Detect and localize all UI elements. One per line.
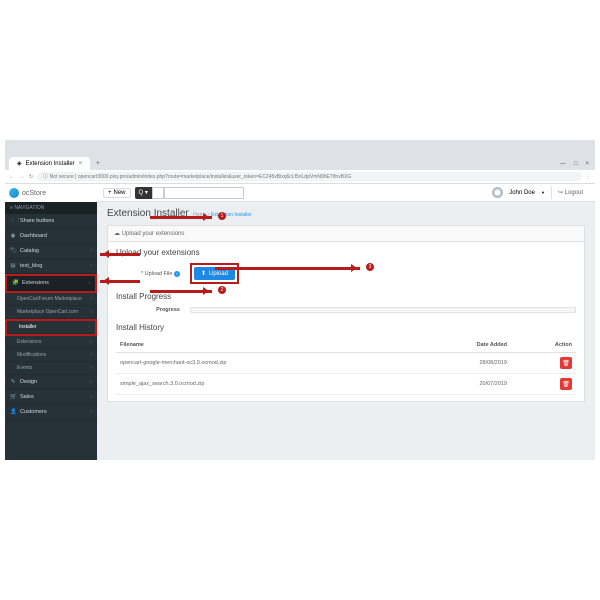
table-row: opencart-google-merchant-oc3.0.ocmod.zip… [116, 353, 576, 374]
table-row: simple_ajax_search.3.0.ocmod.zip 20/07/2… [116, 374, 576, 395]
trash-icon: 🗑 [562, 360, 570, 367]
blog-icon: ▤ [10, 263, 16, 269]
window-minimize-icon[interactable]: — [560, 161, 566, 167]
sidebar-item-sales[interactable]: 🛒Sales› [5, 390, 97, 405]
logout-button[interactable]: ↪ Logout [551, 186, 589, 199]
th-filename[interactable]: Filename [116, 338, 412, 353]
dashboard-icon: ◉ [10, 233, 16, 239]
chevron-right-icon: › [90, 379, 92, 385]
username[interactable]: John Doe [509, 190, 535, 196]
nav-forward-icon[interactable]: → [19, 174, 24, 180]
upload-file-label: * Upload File i [116, 271, 180, 277]
logo[interactable]: ocStore [5, 184, 97, 202]
search-filter[interactable] [152, 187, 164, 199]
design-icon: ✎ [10, 379, 16, 385]
chevron-right-icon: › [90, 263, 92, 269]
annotation-arrow-1b: 1 [150, 216, 212, 219]
cart-icon: 🛒 [10, 394, 16, 400]
history-section-title: Install History [116, 323, 576, 332]
chevron-right-icon: › [90, 248, 92, 254]
annotation-arrow-3: 3 [215, 267, 360, 270]
th-date[interactable]: Date Added [412, 338, 511, 353]
browser-menu-icon[interactable]: ⋮ [586, 174, 591, 180]
tag-icon: 🏷 [10, 248, 16, 254]
delete-button[interactable]: 🗑 [560, 357, 572, 369]
annotation-badge: 1 [218, 212, 226, 220]
caret-down-icon: ▾ [143, 190, 148, 196]
chevron-right-icon: › [90, 409, 92, 415]
user-icon: 👤 [10, 409, 16, 415]
nav-back-icon[interactable]: ← [9, 174, 14, 180]
new-tab-button[interactable]: + [90, 158, 106, 170]
sidebar-item-extensions[interactable]: 🧩Extensions› [7, 276, 95, 291]
annotation-badge: 3 [366, 263, 374, 271]
puzzle-icon: 🧩 [12, 280, 18, 286]
sidebar-item-design[interactable]: ✎Design› [5, 375, 97, 390]
sidebar: ocStore ≡ NAVIGATION ⋮⋮Share buttons ◉Da… [5, 184, 97, 460]
sidebar-item-text-blog[interactable]: ▤text_blog› [5, 259, 97, 274]
nav-header: ≡ NAVIGATION [5, 202, 97, 214]
progress-label: Progress [116, 307, 180, 313]
panel-header: ☁ Upload your extensions [108, 226, 584, 242]
upload-icon: ⬆ [201, 270, 206, 277]
progress-bar [190, 307, 576, 313]
progress-section-title: Install Progress [116, 292, 576, 301]
sidebar-item-catalog[interactable]: 🏷Catalog› [5, 244, 97, 259]
chevron-right-icon: › [90, 394, 92, 400]
browser-tab-strip: ◈ Extension Installer × + — □ × [5, 140, 595, 170]
th-action: Action [511, 338, 576, 353]
address-bar: ← → ↻ ⓘ Not secure | opencart3000.pixy.p… [5, 170, 595, 184]
annotation-arrow-2 [100, 280, 140, 283]
tab-favicon: ◈ [17, 160, 22, 167]
logo-icon [9, 188, 19, 198]
annotation-arrow-1 [100, 253, 140, 256]
upload-section-title: Upload your extensions [116, 248, 576, 257]
sidebar-sub-marketplace[interactable]: ›Marketplace OpenCart.com [5, 306, 97, 319]
sidebar-sub-extensions[interactable]: ›Extensions [5, 336, 97, 349]
close-icon[interactable]: × [79, 161, 83, 167]
annotation-arrow-2b: 2 [150, 290, 212, 293]
trash-icon: 🗑 [562, 381, 570, 388]
tab-title: Extension Installer [26, 161, 75, 167]
caret-down-icon[interactable]: ▼ [541, 190, 545, 195]
url-field[interactable]: ⓘ Not secure | opencart3000.pixy.pro/adm… [37, 172, 582, 181]
topbar: +New Q ▾ John Doe ▼ ↪ Logout [97, 184, 595, 202]
plus-icon: + [108, 190, 112, 196]
search-input[interactable] [164, 187, 244, 199]
avatar[interactable] [492, 187, 503, 198]
sidebar-item-dashboard[interactable]: ◉Dashboard [5, 229, 97, 244]
history-table: Filename Date Added Action opencart-goog… [116, 338, 576, 395]
nav-reload-icon[interactable]: ↻ [29, 174, 33, 180]
main-panel: ☁ Upload your extensions Upload your ext… [107, 225, 585, 402]
browser-tab[interactable]: ◈ Extension Installer × [9, 157, 90, 170]
new-button[interactable]: +New [103, 188, 131, 198]
sidebar-item-share-buttons[interactable]: ⋮⋮Share buttons [5, 214, 97, 229]
sidebar-item-customers[interactable]: 👤Customers› [5, 405, 97, 420]
sidebar-sub-installer[interactable]: ›Installer [7, 321, 95, 334]
delete-button[interactable]: 🗑 [560, 378, 572, 390]
search-button[interactable]: Q ▾ [135, 187, 152, 199]
window-close-icon[interactable]: × [585, 161, 589, 167]
info-icon[interactable]: i [174, 271, 180, 277]
sidebar-sub-modifications[interactable]: ›Modifications [5, 349, 97, 362]
sidebar-sub-ocforum[interactable]: ›OpenCartForum Marketplace [5, 293, 97, 306]
chevron-right-icon: › [88, 280, 90, 286]
annotation-badge: 2 [218, 286, 226, 294]
sidebar-sub-events[interactable]: ›Events [5, 362, 97, 375]
share-icon: ⋮⋮ [10, 218, 16, 224]
window-maximize-icon[interactable]: □ [574, 161, 578, 167]
